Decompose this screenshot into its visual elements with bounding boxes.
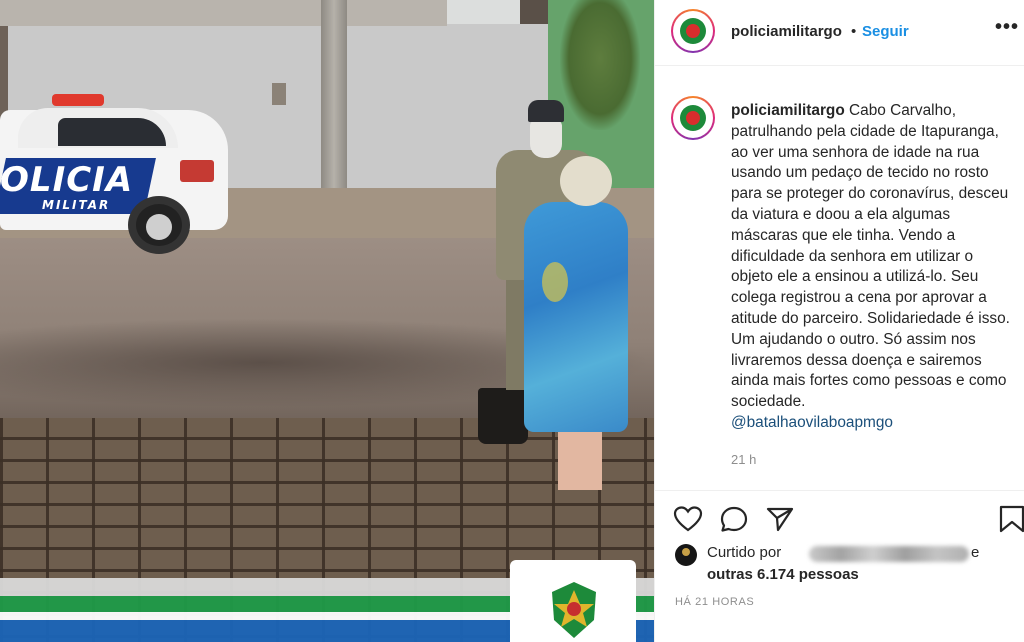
post-header: policiamilitargo • Seguir •••: [655, 0, 1024, 66]
liked-by-conjunction: e: [971, 544, 980, 561]
woman-legs: [558, 430, 602, 490]
liker-avatar[interactable]: [675, 544, 697, 566]
car-sublettering: MILITAR: [42, 198, 111, 212]
wheel-hub: [146, 214, 172, 240]
mention-link[interactable]: @batalhaovilaboapmgo: [731, 413, 1015, 434]
paper-plane-icon[interactable]: [765, 505, 795, 533]
likes-row: Curtido por e: [675, 543, 1015, 567]
post-caption: policiamilitargo Cabo Carvalho, patrulha…: [731, 101, 1015, 434]
liked-by-label: Curtido por: [707, 544, 782, 561]
comment-bubble-icon[interactable]: [719, 505, 749, 533]
more-dots-icon[interactable]: •••: [995, 16, 1024, 39]
follow-button[interactable]: Seguir: [862, 23, 909, 40]
crest-card: [510, 560, 636, 642]
separator-dot: •: [851, 23, 857, 40]
blurred-username[interactable]: [809, 546, 969, 562]
woman-hair: [560, 156, 612, 206]
car-window: [58, 118, 166, 146]
wall-top: [0, 0, 447, 26]
post-photo[interactable]: OLICIA MILITAR: [0, 0, 654, 642]
post-age[interactable]: HÁ 21 HORAS: [675, 596, 754, 608]
caption-text: Cabo Carvalho, patrulhando pela cidade d…: [731, 102, 1010, 411]
car-taillight: [180, 160, 214, 182]
bookmark-icon[interactable]: [997, 505, 1024, 533]
others-likes-link[interactable]: outras 6.174 pessoas: [707, 566, 859, 583]
caption-avatar[interactable]: [671, 96, 715, 140]
police-logo-icon: [680, 18, 706, 44]
siren-light: [52, 94, 104, 106]
police-logo-icon: [680, 105, 706, 131]
officer-cap: [528, 100, 564, 122]
caption-timestamp[interactable]: 21 h: [731, 452, 756, 467]
elderly-woman: [520, 150, 630, 500]
caption-username[interactable]: policiamilitargo: [731, 102, 845, 119]
action-bar: [655, 491, 1024, 545]
car-lettering: OLICIA: [0, 160, 134, 200]
car-wheel: [128, 196, 190, 254]
woman-dress: [524, 202, 628, 432]
profile-avatar[interactable]: [671, 9, 715, 53]
comments-area: policiamilitargo Cabo Carvalho, patrulha…: [655, 66, 1024, 491]
wall-box: [272, 83, 286, 105]
username-link[interactable]: policiamilitargo: [731, 23, 842, 40]
police-crest-icon: [552, 582, 596, 638]
post-sidebar: policiamilitargo • Seguir ••• policiamil…: [654, 0, 1024, 642]
police-car: OLICIA MILITAR: [0, 94, 228, 254]
heart-icon[interactable]: [673, 505, 703, 533]
